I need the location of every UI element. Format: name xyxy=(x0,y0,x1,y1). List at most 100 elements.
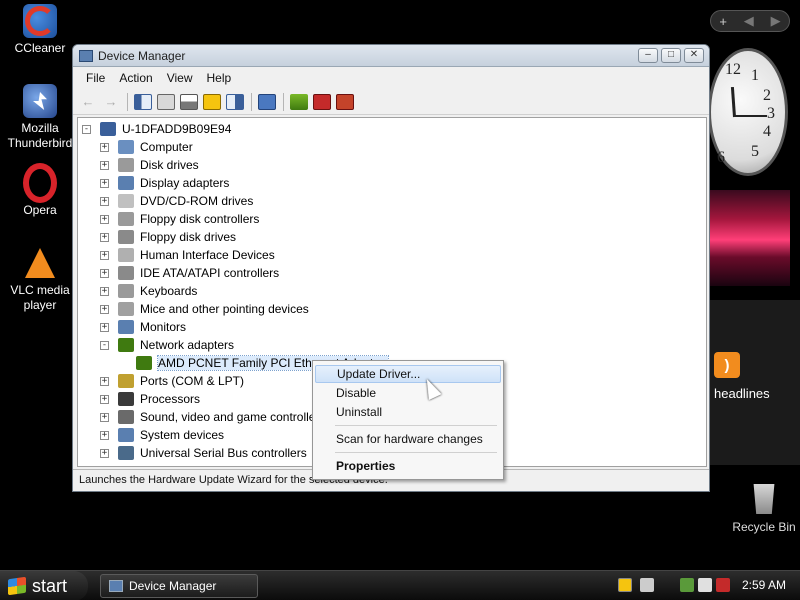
tree-category[interactable]: + Floppy disk controllers xyxy=(100,210,259,228)
expand-toggle[interactable]: + xyxy=(100,196,109,206)
desktop-icon-thunderbird[interactable]: Mozilla Thunderbird xyxy=(0,84,80,151)
expand-toggle[interactable]: + xyxy=(100,142,109,152)
tree-category[interactable]: + Keyboards xyxy=(100,282,197,300)
expand-toggle[interactable]: + xyxy=(100,250,109,260)
taskbar: start Device Manager 2:59 AM xyxy=(0,570,800,600)
device-manager-icon xyxy=(79,49,93,62)
expand-toggle[interactable]: + xyxy=(100,232,109,242)
tree-category[interactable]: + IDE ATA/ATAPI controllers xyxy=(100,264,279,282)
close-button[interactable]: ✕ xyxy=(684,48,704,63)
expand-toggle[interactable]: + xyxy=(100,160,109,170)
tree-category[interactable]: + Floppy disk drives xyxy=(100,228,236,246)
tree-root[interactable]: - U-1DFADD9B09E94 xyxy=(82,120,231,138)
scan-hardware-icon[interactable] xyxy=(258,93,276,110)
computer-icon xyxy=(100,122,116,136)
start-label: start xyxy=(32,575,68,596)
taskbar-button-device-manager[interactable]: Device Manager xyxy=(100,574,258,598)
tree-category[interactable]: + Computer xyxy=(100,138,193,156)
clock-number: 5 xyxy=(751,143,759,160)
desktop-icon-recycle-bin[interactable]: Recycle Bin xyxy=(728,484,800,534)
tree-category-label: Disk drives xyxy=(140,158,199,172)
device-category-icon xyxy=(118,320,134,334)
tree-category-label: Sound, video and game controllers xyxy=(140,410,326,424)
expand-toggle[interactable]: + xyxy=(100,376,109,386)
security-shield-icon[interactable] xyxy=(716,578,730,592)
title-bar[interactable]: Device Manager ‒ □ ✕ xyxy=(73,45,709,67)
menu-item-uninstall[interactable]: Uninstall xyxy=(315,403,501,421)
tree-category[interactable]: + System devices xyxy=(100,426,224,444)
expand-toggle[interactable]: + xyxy=(100,322,109,332)
expand-toggle[interactable]: + xyxy=(100,304,109,314)
menu-view[interactable]: View xyxy=(160,71,200,85)
tree-category[interactable]: + Disk drives xyxy=(100,156,199,174)
maximize-button[interactable]: □ xyxy=(661,48,681,63)
tree-category[interactable]: + Display adapters xyxy=(100,174,229,192)
help-icon[interactable] xyxy=(203,93,221,110)
help-tray-icon[interactable] xyxy=(618,578,632,592)
update-driver-icon[interactable] xyxy=(290,93,308,110)
expand-view-icon[interactable] xyxy=(226,93,244,110)
menu-item-properties[interactable]: Properties xyxy=(315,457,501,475)
expand-toggle[interactable]: + xyxy=(100,430,109,440)
expand-toggle[interactable]: + xyxy=(100,268,109,278)
feed-headlines-label[interactable]: headlines xyxy=(714,386,770,401)
uninstall-device-icon[interactable] xyxy=(336,93,354,110)
expand-toggle[interactable]: + xyxy=(100,286,109,296)
desktop-icon-opera[interactable]: Opera xyxy=(0,166,80,218)
collapse-toggle[interactable]: - xyxy=(100,340,109,350)
tree-category[interactable]: + Processors xyxy=(100,390,200,408)
volume-icon[interactable] xyxy=(640,578,654,592)
menu-help[interactable]: Help xyxy=(200,71,239,85)
menu-file[interactable]: File xyxy=(79,71,112,85)
clock-gadget[interactable]: 12 1 2 3 4 5 6 xyxy=(708,48,788,176)
tree-category-label: Floppy disk drives xyxy=(140,230,237,244)
start-button[interactable]: start xyxy=(0,571,88,600)
disable-device-icon[interactable] xyxy=(313,93,331,110)
minimize-button[interactable]: ‒ xyxy=(638,48,658,63)
desktop-icon-ccleaner[interactable]: CCleaner xyxy=(0,4,80,56)
rss-icon: ) xyxy=(714,352,740,378)
tree-category[interactable]: - Network adapters xyxy=(100,336,234,354)
previous-page-button[interactable]: ◀ xyxy=(744,13,754,29)
tree-category[interactable]: + Universal Serial Bus controllers xyxy=(100,444,307,462)
expand-toggle[interactable]: + xyxy=(100,448,109,458)
menu-bar: File Action View Help xyxy=(73,67,709,89)
network-icon[interactable] xyxy=(680,578,694,592)
device-category-icon xyxy=(118,140,134,154)
tree-category[interactable]: + Sound, video and game controllers xyxy=(100,408,325,426)
taskbar-clock[interactable]: 2:59 AM xyxy=(742,578,786,592)
tree-category[interactable]: + Ports (COM & LPT) xyxy=(100,372,244,390)
tree-category-label: Display adapters xyxy=(140,176,230,190)
forward-arrow-icon[interactable]: → xyxy=(102,94,120,110)
collapse-toggle[interactable]: - xyxy=(82,124,91,134)
print-icon[interactable] xyxy=(180,93,198,110)
next-page-button[interactable]: ▶ xyxy=(771,13,781,29)
tree-category[interactable]: + Monitors xyxy=(100,318,186,336)
tree-category[interactable]: + DVD/CD-ROM drives xyxy=(100,192,253,210)
menu-separator xyxy=(335,425,497,426)
clock-number: 12 xyxy=(725,61,741,78)
add-gadget-button[interactable]: + xyxy=(719,14,727,29)
console-tree-icon[interactable] xyxy=(134,93,152,110)
menu-action[interactable]: Action xyxy=(112,71,159,85)
desktop-icon-vlc[interactable]: VLC media player xyxy=(0,246,80,313)
feed-gadget[interactable] xyxy=(710,300,800,465)
back-arrow-icon[interactable]: ← xyxy=(79,94,97,110)
device-category-icon xyxy=(118,374,134,388)
properties-icon[interactable] xyxy=(157,93,175,110)
tree-category[interactable]: + Mice and other pointing devices xyxy=(100,300,309,318)
power-icon[interactable] xyxy=(698,578,712,592)
expand-toggle[interactable]: + xyxy=(100,394,109,404)
clock-number: 3 xyxy=(767,105,775,122)
opera-icon xyxy=(23,166,57,200)
clock-minute-hand xyxy=(735,115,767,117)
menu-item-disable[interactable]: Disable xyxy=(315,384,501,402)
menu-item-scan-hardware[interactable]: Scan for hardware changes xyxy=(315,430,501,448)
slideshow-gadget[interactable] xyxy=(710,190,790,286)
expand-toggle[interactable]: + xyxy=(100,412,109,422)
context-menu: Update Driver... Disable Uninstall Scan … xyxy=(312,360,504,480)
expand-toggle[interactable]: + xyxy=(100,214,109,224)
tree-category[interactable]: + Human Interface Devices xyxy=(100,246,275,264)
expand-toggle[interactable]: + xyxy=(100,178,109,188)
menu-item-update-driver[interactable]: Update Driver... xyxy=(315,365,501,383)
